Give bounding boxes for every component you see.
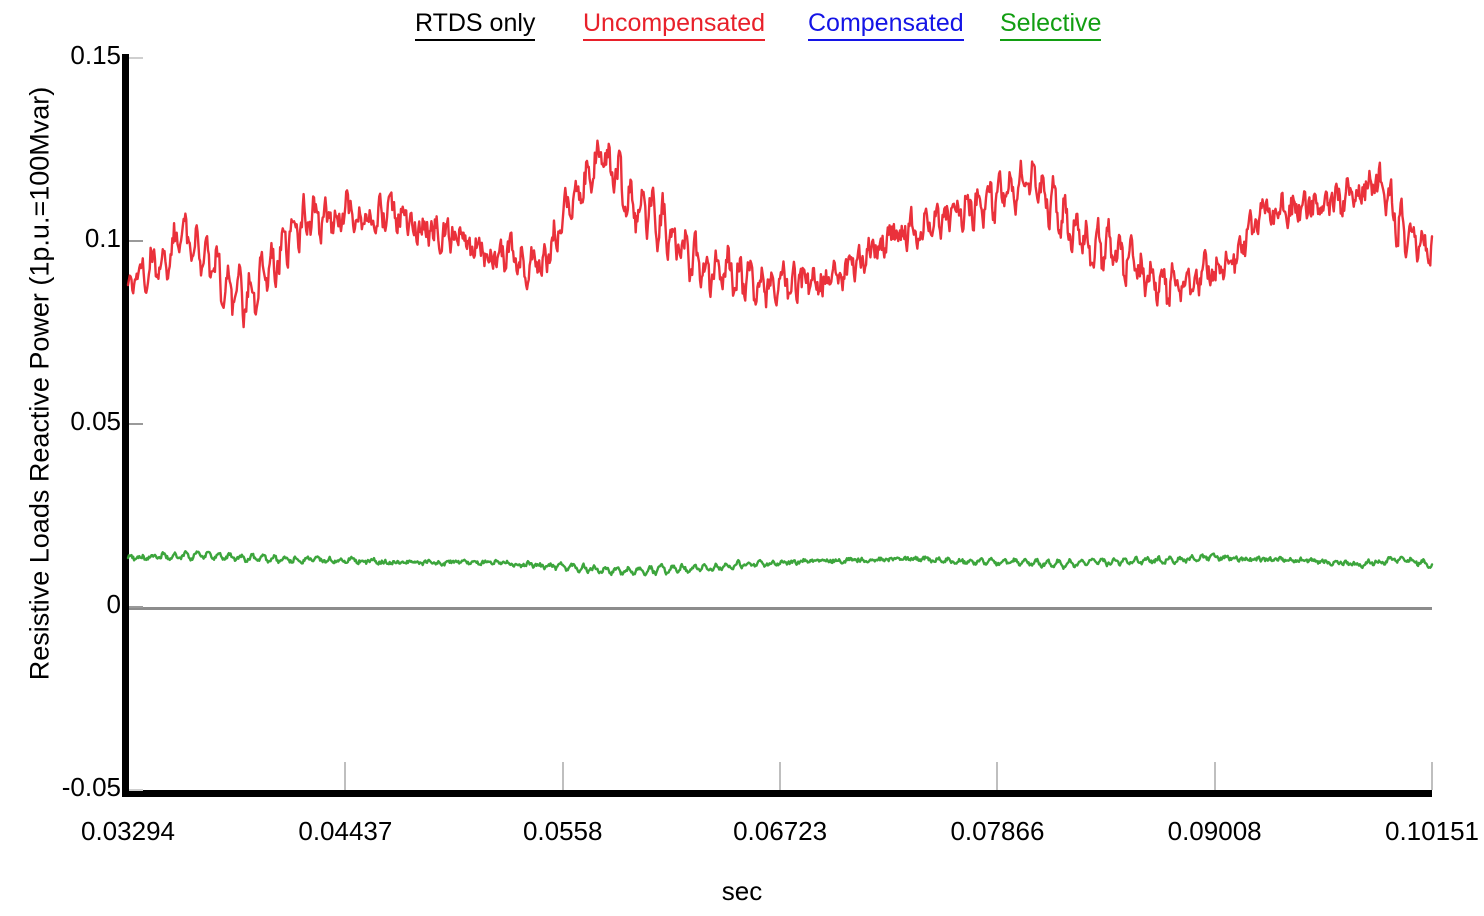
x-tick-label: 0.03294: [81, 816, 175, 846]
y-tick-label: 0.15: [70, 40, 121, 70]
chart-legend: RTDS only Uncompensated Compensated Selecti…: [0, 8, 1484, 42]
x-tick-mark: [1213, 762, 1216, 790]
y-tick-label: 0.1: [84, 223, 121, 253]
legend-item-compensated[interactable]: Compensated: [808, 8, 964, 41]
x-tick-mark: [344, 762, 347, 790]
chart-figure: RTDS only Uncompensated Compensated Selecti…: [0, 0, 1484, 916]
x-tick-mark: [561, 762, 564, 790]
legend-item-selective[interactable]: Selective: [1000, 8, 1102, 41]
y-axis-title: Resistive Loads Reactive Power (1p.u.=10…: [24, 86, 55, 681]
zero-reference-line: [128, 607, 1432, 610]
y-tick-mark: [129, 789, 143, 791]
plot-area: [128, 58, 1432, 790]
x-axis-title: sec: [721, 876, 763, 906]
y-axis-line: [122, 54, 129, 794]
x-tick-mark: [996, 762, 999, 790]
legend-item-rtds-only[interactable]: RTDS only: [415, 8, 536, 41]
x-tick-label: 0.04437: [298, 816, 393, 846]
x-axis-line: [122, 790, 1432, 797]
y-tick-mark: [129, 423, 143, 425]
y-tick-mark: [129, 240, 143, 242]
y-tick-mark: [129, 606, 143, 608]
y-tick-label: 0: [106, 589, 121, 619]
x-tick-mark: [1431, 762, 1433, 790]
x-tick-label: 0.0558: [522, 816, 603, 846]
x-tick-label: 0.06723: [733, 816, 828, 846]
legend-item-uncompensated[interactable]: Uncompensated: [583, 8, 766, 41]
x-tick-label: 0.07866: [950, 816, 1045, 846]
y-tick-label: 0.05: [70, 406, 121, 436]
y-tick-label: -0.05: [61, 772, 121, 802]
x-tick-mark: [779, 762, 782, 790]
x-tick-label: 0.10151: [1385, 816, 1479, 846]
y-tick-mark: [129, 57, 143, 59]
x-tick-label: 0.09008: [1167, 816, 1262, 846]
